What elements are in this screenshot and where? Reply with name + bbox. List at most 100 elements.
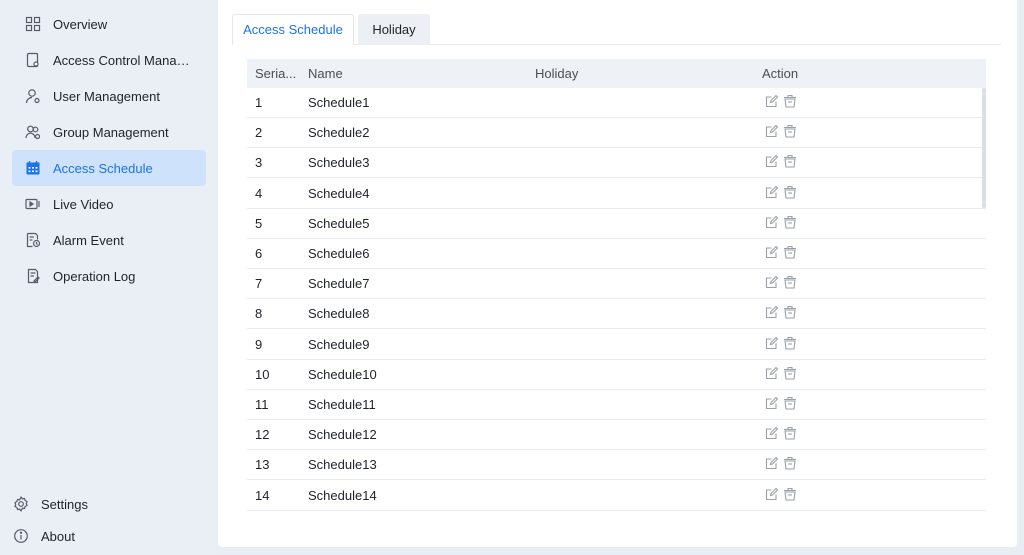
column-header-serial[interactable]: Seria... — [255, 59, 301, 88]
delete-icon[interactable] — [782, 395, 798, 411]
table-row[interactable]: 8 Schedule8 — [247, 299, 986, 330]
table-row[interactable]: 11 Schedule11 — [247, 390, 986, 420]
table-row[interactable]: 4 Schedule4 — [247, 179, 986, 209]
gear-icon — [12, 495, 30, 513]
table-row[interactable]: 12 Schedule12 — [247, 420, 986, 451]
sidebar-item-label: Overview — [53, 16, 108, 32]
edit-icon[interactable] — [764, 274, 780, 290]
row-actions — [764, 425, 798, 441]
cell-name: Schedule13 — [308, 457, 377, 473]
sidebar-item-operation-log[interactable]: Operation Log — [12, 258, 206, 294]
edit-icon[interactable] — [764, 123, 780, 139]
cell-name: Schedule14 — [308, 487, 377, 503]
schedule-table: Seria... Name Holiday Action 1 Schedule1 2… — [247, 59, 986, 511]
table-row[interactable]: 3 Schedule3 — [247, 148, 986, 179]
edit-icon[interactable] — [764, 153, 780, 169]
sidebar-item-live-video[interactable]: Live Video — [12, 186, 206, 222]
sidebar: Overview Access Control Manag... User Ma… — [0, 0, 216, 555]
alarm-icon — [24, 231, 42, 249]
cell-serial: 5 — [255, 215, 263, 231]
edit-icon[interactable] — [764, 304, 780, 320]
cell-serial: 6 — [255, 246, 263, 261]
sidebar-item-user-management[interactable]: User Management — [12, 78, 206, 114]
group-icon — [24, 123, 42, 141]
edit-icon[interactable] — [764, 365, 780, 381]
row-actions — [764, 214, 798, 230]
edit-icon[interactable] — [764, 425, 780, 441]
edit-icon[interactable] — [764, 455, 780, 471]
video-icon — [24, 195, 42, 213]
table-row[interactable]: 5 Schedule5 — [247, 209, 986, 239]
delete-icon[interactable] — [782, 486, 798, 502]
sidebar-item-label: Operation Log — [53, 268, 136, 284]
delete-icon[interactable] — [782, 153, 798, 169]
row-actions — [764, 244, 798, 260]
cell-serial: 2 — [255, 125, 263, 141]
delete-icon[interactable] — [782, 274, 798, 290]
table-row[interactable]: 1 Schedule1 — [247, 88, 986, 118]
edit-icon[interactable] — [764, 93, 780, 109]
table-row[interactable]: 13 Schedule13 — [247, 450, 986, 481]
edit-icon[interactable] — [764, 244, 780, 260]
cell-name: Schedule8 — [308, 306, 370, 322]
delete-icon[interactable] — [782, 365, 798, 381]
edit-icon[interactable] — [764, 395, 780, 411]
delete-icon[interactable] — [782, 304, 798, 320]
edit-icon[interactable] — [764, 335, 780, 351]
delete-icon[interactable] — [782, 244, 798, 260]
delete-icon[interactable] — [782, 93, 798, 109]
tab-holiday[interactable]: Holiday — [358, 14, 430, 45]
settings-button[interactable]: Settings — [0, 489, 216, 519]
delete-icon[interactable] — [782, 123, 798, 139]
delete-icon[interactable] — [782, 184, 798, 200]
delete-icon[interactable] — [782, 214, 798, 230]
sidebar-item-access-control-management[interactable]: Access Control Manag... — [12, 42, 206, 78]
row-actions — [764, 184, 798, 200]
cell-name: Schedule10 — [308, 366, 377, 382]
cell-serial: 4 — [255, 185, 263, 201]
sidebar-item-overview[interactable]: Overview — [12, 6, 206, 42]
settings-label: Settings — [41, 496, 88, 512]
row-actions — [764, 274, 798, 290]
cell-name: Schedule4 — [308, 185, 370, 201]
column-header-holiday[interactable]: Holiday — [535, 59, 655, 88]
table-scrollbar[interactable] — [982, 88, 986, 208]
device-icon — [24, 51, 42, 69]
cell-name: Schedule6 — [308, 246, 370, 261]
delete-icon[interactable] — [782, 455, 798, 471]
about-label: About — [41, 528, 75, 544]
sidebar-item-label: Live Video — [53, 196, 114, 212]
edit-icon[interactable] — [764, 184, 780, 200]
info-icon — [12, 527, 30, 545]
calendar-icon — [24, 159, 42, 177]
cell-serial: 14 — [255, 487, 270, 503]
edit-icon[interactable] — [764, 486, 780, 502]
delete-icon[interactable] — [782, 335, 798, 351]
delete-icon[interactable] — [782, 425, 798, 441]
table-row[interactable]: 7 Schedule7 — [247, 269, 986, 300]
edit-icon[interactable] — [764, 214, 780, 230]
grid-icon — [24, 15, 42, 33]
sidebar-item-group-management[interactable]: Group Management — [12, 114, 206, 150]
sidebar-item-alarm-event[interactable]: Alarm Event — [12, 222, 206, 258]
sidebar-item-access-schedule[interactable]: Access Schedule — [12, 150, 206, 186]
cell-name: Schedule3 — [308, 155, 370, 171]
table-row[interactable]: 10 Schedule10 — [247, 360, 986, 390]
row-actions — [764, 395, 798, 411]
sidebar-item-label: User Management — [53, 88, 160, 104]
cell-serial: 8 — [255, 306, 263, 322]
cell-serial: 13 — [255, 457, 270, 473]
table-row[interactable]: 2 Schedule2 — [247, 118, 986, 149]
table-row[interactable]: 9 Schedule9 — [247, 330, 986, 360]
cell-serial: 9 — [255, 336, 263, 352]
table-row[interactable]: 14 Schedule14 — [247, 481, 986, 511]
tab-access-schedule[interactable]: Access Schedule — [232, 14, 354, 45]
column-header-name[interactable]: Name — [308, 59, 428, 88]
about-button[interactable]: About — [0, 521, 216, 551]
user-icon — [24, 87, 42, 105]
cell-name: Schedule11 — [308, 397, 376, 412]
table-row[interactable]: 6 Schedule6 — [247, 239, 986, 269]
table-header: Seria... Name Holiday Action — [247, 59, 986, 88]
cell-serial: 11 — [255, 397, 269, 412]
row-actions — [764, 486, 798, 502]
